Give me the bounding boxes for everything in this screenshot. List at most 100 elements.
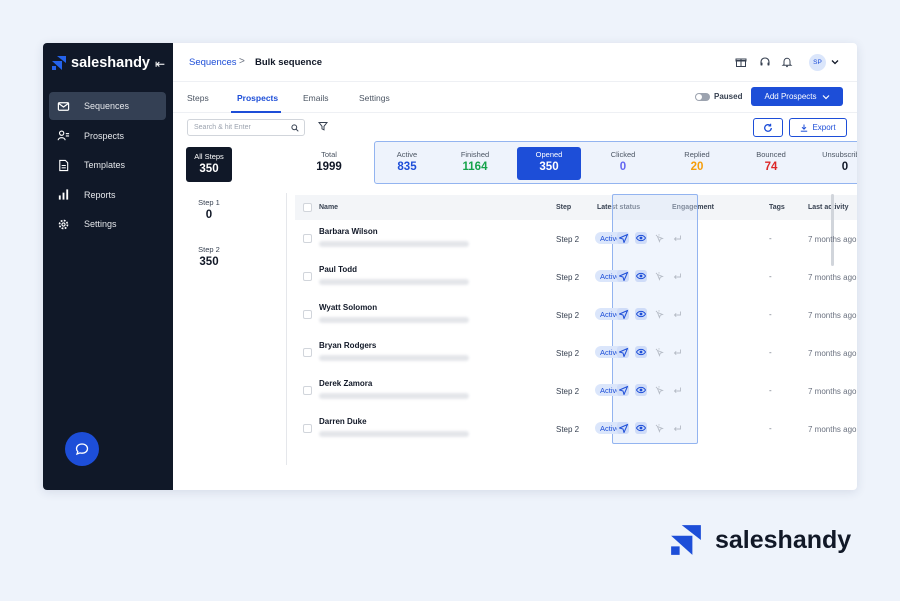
- reply-icon[interactable]: [671, 422, 683, 434]
- stat-label: Unsubscribed: [822, 150, 857, 159]
- opened-eye-icon[interactable]: [635, 308, 647, 320]
- column-header-last-activity[interactable]: Last activity: [808, 204, 848, 211]
- sent-icon[interactable]: [617, 232, 629, 244]
- stats-bar: Active 835 Finished 1164 Opened 350 Clic…: [374, 141, 857, 184]
- step-count: 350: [199, 163, 219, 175]
- clicked-icon[interactable]: [653, 384, 665, 396]
- sidebar-item-settings[interactable]: Settings: [49, 210, 166, 238]
- row-checkbox[interactable]: [303, 272, 312, 281]
- opened-eye-icon[interactable]: [635, 384, 647, 396]
- stat-value: 74: [764, 161, 778, 173]
- collapse-sidebar-icon[interactable]: ⇤: [155, 57, 165, 71]
- prospect-name[interactable]: Paul Todd: [319, 265, 357, 274]
- row-checkbox[interactable]: [303, 234, 312, 243]
- chevron-down-icon[interactable]: [831, 58, 839, 66]
- reply-icon[interactable]: [671, 384, 683, 396]
- table-row[interactable]: Derek Zamora Step 2 Active -7 months ago: [295, 372, 857, 410]
- row-checkbox[interactable]: [303, 310, 312, 319]
- prospect-step: Step 2: [556, 273, 580, 282]
- sent-icon[interactable]: [617, 346, 629, 358]
- filter-icon[interactable]: [318, 121, 328, 131]
- reply-icon[interactable]: [671, 270, 683, 282]
- stat-clicked[interactable]: Clicked 0: [591, 150, 655, 173]
- step-1[interactable]: Step 1 0: [186, 198, 232, 221]
- column-header-name[interactable]: Name: [319, 204, 338, 211]
- prospect-name[interactable]: Wyatt Solomon: [319, 303, 377, 312]
- reply-icon[interactable]: [671, 308, 683, 320]
- sent-icon[interactable]: [617, 270, 629, 282]
- headset-icon[interactable]: [759, 56, 771, 68]
- clicked-icon[interactable]: [653, 422, 665, 434]
- prospect-email-blurred: [319, 279, 469, 285]
- refresh-button[interactable]: [753, 118, 783, 137]
- page-title: Bulk sequence: [255, 57, 323, 68]
- export-button[interactable]: Export: [789, 118, 847, 137]
- table-row[interactable]: Wyatt Solomon Step 2 Active -7 months ago: [295, 296, 857, 334]
- sidebar-item-templates[interactable]: Templates: [49, 151, 166, 179]
- stat-value: 350: [539, 161, 559, 173]
- clicked-icon[interactable]: [653, 270, 665, 282]
- sent-icon[interactable]: [617, 308, 629, 320]
- chat-support-button[interactable]: [65, 432, 99, 466]
- sidebar-item-prospects[interactable]: Prospects: [49, 122, 166, 150]
- sidebar-item-label: Sequences: [84, 101, 130, 111]
- reply-icon[interactable]: [671, 346, 683, 358]
- tab-settings[interactable]: Settings: [359, 93, 390, 103]
- sidebar-item-reports[interactable]: Reports: [49, 181, 166, 209]
- clicked-icon[interactable]: [653, 346, 665, 358]
- last-activity: 7 months ago: [808, 311, 857, 320]
- prospect-name[interactable]: Derek Zamora: [319, 379, 372, 388]
- step-2[interactable]: Step 2 350: [186, 245, 232, 268]
- stat-label: Active: [396, 150, 418, 159]
- saleshandy-logo-icon: [671, 525, 701, 555]
- stat-replied[interactable]: Replied 20: [665, 150, 729, 173]
- stat-finished[interactable]: Finished 1164: [443, 150, 507, 173]
- prospect-name[interactable]: Barbara Wilson: [319, 227, 378, 236]
- tab-emails[interactable]: Emails: [303, 93, 329, 103]
- tab-prospects[interactable]: Prospects: [237, 93, 278, 103]
- reply-icon[interactable]: [671, 232, 683, 244]
- stat-unsubscribed[interactable]: Unsubscribed 0: [813, 150, 857, 173]
- sidebar-item-sequences[interactable]: Sequences: [49, 92, 166, 120]
- app-logo[interactable]: saleshandy: [51, 55, 150, 71]
- column-header-tags[interactable]: Tags: [769, 204, 785, 211]
- prospect-name[interactable]: Darren Duke: [319, 417, 367, 426]
- search-input[interactable]: Search & hit Enter: [187, 119, 305, 136]
- export-label: Export: [812, 123, 836, 132]
- opened-eye-icon[interactable]: [635, 346, 647, 358]
- table-row[interactable]: Paul Todd Step 2 Active -7 months ago: [295, 258, 857, 296]
- stat-label: Bounced: [756, 150, 786, 159]
- avatar[interactable]: SP: [809, 54, 826, 71]
- row-checkbox[interactable]: [303, 424, 312, 433]
- row-checkbox[interactable]: [303, 386, 312, 395]
- bell-icon[interactable]: [781, 56, 793, 68]
- opened-eye-icon[interactable]: [635, 232, 647, 244]
- row-checkbox[interactable]: [303, 348, 312, 357]
- opened-eye-icon[interactable]: [635, 270, 647, 282]
- table-row[interactable]: Darren Duke Step 2 Active -7 months ago: [295, 410, 857, 448]
- gift-icon[interactable]: [735, 56, 747, 68]
- sent-icon[interactable]: [617, 422, 629, 434]
- stat-bounced[interactable]: Bounced 74: [739, 150, 803, 173]
- stat-active[interactable]: Active 835: [375, 150, 439, 173]
- sent-icon[interactable]: [617, 384, 629, 396]
- tab-steps[interactable]: Steps: [187, 93, 209, 103]
- select-all-checkbox[interactable]: [303, 203, 312, 212]
- prospect-tags: -: [769, 348, 772, 357]
- clicked-icon[interactable]: [653, 308, 665, 320]
- add-prospects-button[interactable]: Add Prospects: [751, 87, 843, 106]
- table-row[interactable]: Bryan Rodgers Step 2 Active -7 months ago: [295, 334, 857, 372]
- step-all-steps[interactable]: All Steps 350: [186, 147, 232, 182]
- prospect-email-blurred: [319, 355, 469, 361]
- stat-opened[interactable]: Opened 350: [517, 147, 581, 180]
- prospect-email-blurred: [319, 317, 469, 323]
- step-label: All Steps: [194, 152, 224, 161]
- chevron-down-icon: [822, 94, 829, 99]
- opened-eye-icon[interactable]: [635, 422, 647, 434]
- pause-toggle[interactable]: [695, 93, 710, 101]
- table-row[interactable]: Barbara Wilson Step 2 Active -7 months ago: [295, 220, 857, 258]
- column-header-step[interactable]: Step: [556, 204, 571, 211]
- breadcrumb-sequences-link[interactable]: Sequences: [189, 57, 237, 68]
- clicked-icon[interactable]: [653, 232, 665, 244]
- prospect-name[interactable]: Bryan Rodgers: [319, 341, 376, 350]
